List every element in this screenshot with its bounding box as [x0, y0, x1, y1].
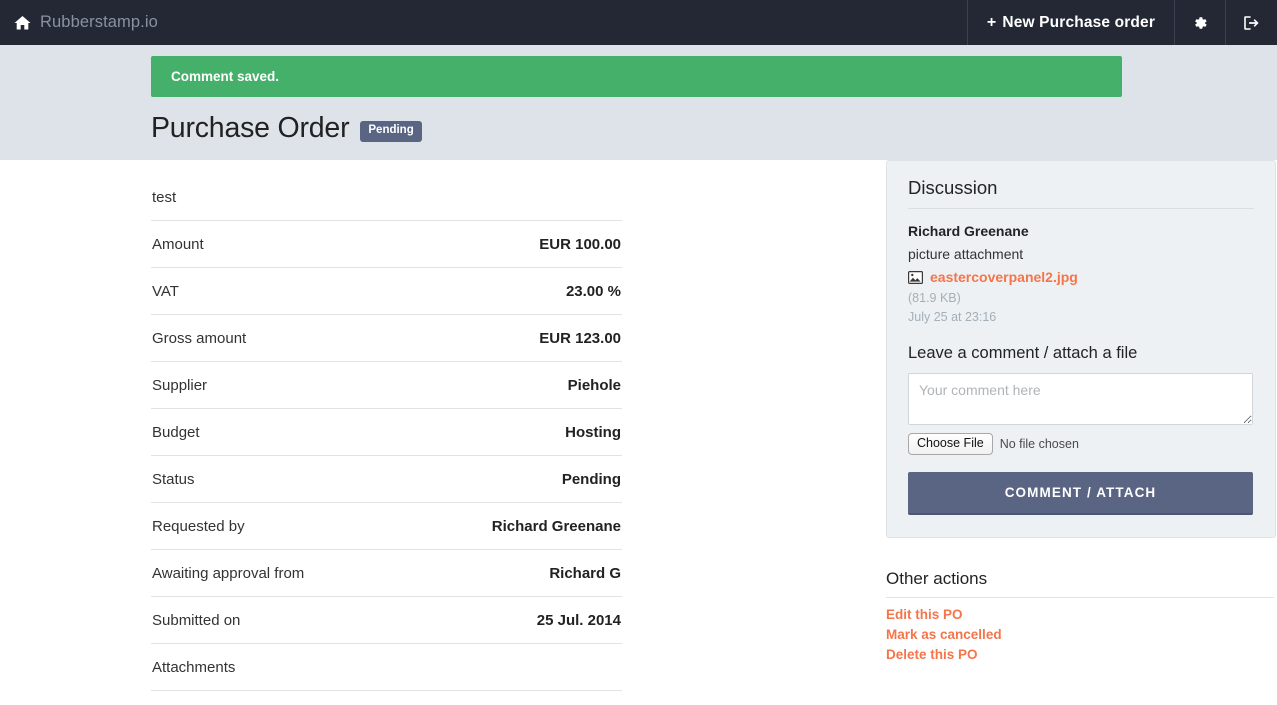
new-purchase-order-label: New Purchase order [1002, 13, 1155, 31]
row-value: Richard Greenane [491, 518, 621, 535]
discussion-title: Discussion [908, 177, 1254, 209]
delete-po-link[interactable]: Delete this PO [886, 647, 1274, 662]
attachment-link[interactable]: eastercoverpanel2.jpg [930, 269, 1078, 285]
page-title: Purchase Order [151, 112, 350, 144]
status-badge: Pending [360, 121, 422, 142]
row-value: Piehole [567, 377, 621, 394]
settings-button[interactable] [1174, 0, 1225, 45]
file-input-row[interactable]: Choose File No file chosen [908, 433, 1254, 455]
table-row: Gross amount EUR 123.00 [151, 315, 622, 362]
table-row: Awaiting approval from Richard G [151, 550, 622, 597]
picture-icon [908, 270, 923, 284]
home-icon [14, 15, 31, 31]
comment-author: Richard Greenane [908, 223, 1029, 239]
discussion-panel: Discussion Richard Greenane picture atta… [886, 160, 1276, 538]
comment-text: picture attachment [908, 246, 1024, 262]
row-label: Status [152, 471, 195, 488]
attachment-size: (81.9 KB) [908, 291, 961, 305]
row-label: Gross amount [152, 330, 247, 347]
other-actions-section: Other actions Edit this PO Mark as cance… [886, 569, 1274, 662]
table-row-description: test [151, 174, 622, 221]
sidebar-column: Discussion Richard Greenane picture atta… [886, 160, 1276, 705]
title-row: Purchase Order Pending [151, 114, 422, 143]
table-row: Submitted on 25 Jul. 2014 [151, 597, 622, 644]
edit-po-link[interactable]: Edit this PO [886, 607, 1274, 622]
details-table-body: test Amount EUR 100.00 VAT 23.00 % Gross… [151, 174, 622, 691]
other-actions-title: Other actions [886, 569, 1274, 598]
row-value: 25 Jul. 2014 [536, 612, 621, 629]
table-row-attachments: Attachments [151, 644, 622, 691]
table-row: Budget Hosting [151, 409, 622, 456]
po-description: test [152, 189, 177, 206]
top-navbar: Rubberstamp.io + New Purchase order [0, 0, 1277, 45]
new-purchase-order-button[interactable]: + New Purchase order [966, 0, 1174, 45]
row-value: EUR 100.00 [539, 236, 621, 253]
row-label: Requested by [152, 518, 245, 535]
navbar-right-group: + New Purchase order [966, 0, 1277, 45]
choose-file-button[interactable]: Choose File [908, 433, 993, 455]
comment-item: Richard Greenane picture attachment east… [908, 223, 1254, 324]
page-header: Comment saved. Purchase Order Pending [0, 45, 1277, 160]
flash-alert-text: Comment saved. [171, 69, 280, 84]
table-row: Amount EUR 100.00 [151, 221, 622, 268]
main-content: test Amount EUR 100.00 VAT 23.00 % Gross… [0, 160, 1277, 705]
table-row: VAT 23.00 % [151, 268, 622, 315]
sign-out-button[interactable] [1225, 0, 1277, 45]
comment-form-title: Leave a comment / attach a file [908, 344, 1138, 362]
purchase-order-details: test Amount EUR 100.00 VAT 23.00 % Gross… [151, 160, 773, 705]
row-label: VAT [152, 283, 179, 300]
comment-attachment: eastercoverpanel2.jpg [908, 269, 1254, 285]
row-label: Awaiting approval from [152, 565, 305, 582]
comment-timestamp: July 25 at 23:16 [908, 310, 997, 324]
mark-cancelled-link[interactable]: Mark as cancelled [886, 627, 1274, 642]
row-label: Amount [152, 236, 204, 253]
file-status-text: No file chosen [999, 437, 1079, 451]
attachments-label: Attachments [152, 659, 236, 676]
comment-input[interactable] [908, 373, 1253, 425]
comment-attach-button[interactable]: COMMENT / ATTACH [908, 472, 1253, 515]
row-value: 23.00 % [565, 283, 621, 300]
gear-icon [1192, 15, 1208, 31]
details-table: test Amount EUR 100.00 VAT 23.00 % Gross… [151, 174, 622, 691]
row-value: Pending [561, 471, 621, 488]
row-label: Supplier [152, 377, 208, 394]
flash-alert: Comment saved. [151, 56, 1122, 97]
brand-label: Rubberstamp.io [40, 13, 158, 31]
plus-icon: + [986, 13, 997, 31]
table-row: Supplier Piehole [151, 362, 622, 409]
row-label: Submitted on [152, 612, 241, 629]
row-label: Budget [152, 424, 200, 441]
brand-logo[interactable]: Rubberstamp.io [0, 0, 158, 45]
table-row: Requested by Richard Greenane [151, 503, 622, 550]
row-value: Richard G [549, 565, 621, 582]
row-value: Hosting [565, 424, 621, 441]
row-value: EUR 123.00 [539, 330, 621, 347]
table-row: Status Pending [151, 456, 622, 503]
sign-out-icon [1243, 15, 1260, 31]
